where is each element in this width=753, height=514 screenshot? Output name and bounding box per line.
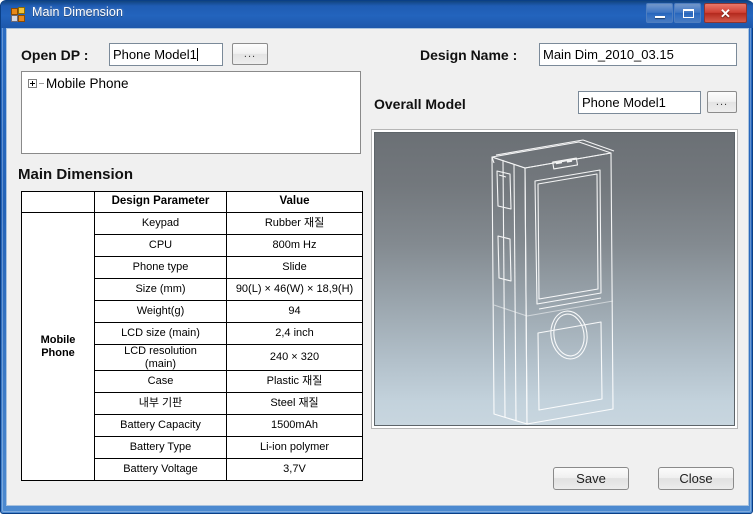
- group-label-line-1: Mobile: [40, 334, 76, 346]
- table-header-row: Design Parameter Value: [21, 191, 363, 213]
- table-cell-parameter: Case: [94, 370, 227, 394]
- main-dimension-section-title: Main Dimension: [18, 166, 134, 183]
- table-cell-parameter: Battery Voltage: [94, 458, 227, 482]
- table-cell-value: 94: [226, 300, 363, 323]
- model-preview-panel[interactable]: [371, 129, 738, 429]
- table-header-design-parameter: Design Parameter: [94, 191, 227, 213]
- title-bar[interactable]: Main Dimension ✕: [1, 1, 753, 28]
- table-cell-parameter: LCD size (main): [94, 322, 227, 345]
- table-cell-parameter: LCD resolution (main): [94, 343, 227, 372]
- minimize-icon: [655, 16, 665, 18]
- table-cell-parameter: Phone type: [94, 256, 227, 279]
- design-name-input[interactable]: Main Dim_2010_03.15: [539, 43, 737, 66]
- close-button[interactable]: Close: [658, 467, 734, 490]
- app-form-icon: [10, 7, 26, 23]
- table-cell-value: Plastic 재질: [226, 370, 363, 394]
- window-title: Main Dimension: [32, 5, 124, 19]
- table-cell-value: Rubber 재질: [226, 212, 363, 235]
- table-cell-value: 2,4 inch: [226, 322, 363, 345]
- open-dp-input[interactable]: Phone Model1: [109, 43, 223, 66]
- table-cell-value: 800m Hz: [226, 234, 363, 257]
- table-row: Mobile Phone Keypad Rubber 재질: [21, 211, 363, 482]
- main-dimension-window: Main Dimension ✕ Open DP : Phone Model1 …: [0, 0, 753, 514]
- phone-wireframe-3d-model: [491, 139, 615, 425]
- overall-model-input[interactable]: Phone Model1: [578, 91, 701, 114]
- plus-box-icon[interactable]: [28, 79, 37, 88]
- table-cell-parameter: Battery Capacity: [94, 414, 227, 438]
- table-cell-value: 3,7V: [226, 458, 363, 482]
- browse-overall-model-button[interactable]: ...: [707, 91, 737, 113]
- tree-item-mobile-phone[interactable]: Mobile Phone: [28, 76, 129, 91]
- table-cell-parameter: CPU: [94, 234, 227, 257]
- open-dp-value: Phone Model1: [113, 47, 197, 62]
- browse-dp-button[interactable]: ...: [232, 43, 268, 65]
- table-body: Mobile Phone Keypad Rubber 재질 CPU 800m Hz Phon…: [21, 211, 363, 482]
- client-area: Open DP : Phone Model1 ... Design Name :…: [6, 28, 749, 506]
- model-preview-canvas[interactable]: [374, 132, 735, 426]
- design-name-label: Design Name :: [420, 47, 518, 63]
- text-caret: [196, 48, 198, 61]
- close-icon: ✕: [720, 6, 731, 21]
- open-dp-label: Open DP :: [21, 47, 89, 63]
- table-header-blank: [21, 191, 95, 213]
- dp-tree-view[interactable]: Mobile Phone: [21, 71, 361, 154]
- group-label-line-2: Phone: [41, 346, 75, 359]
- save-button[interactable]: Save: [553, 467, 629, 490]
- main-dimension-table: Design Parameter Value Mobile Phone Keypad…: [21, 191, 363, 482]
- maximize-icon: [683, 9, 694, 18]
- table-cell-value: 90(L) × 46(W) × 18,9(H): [226, 278, 363, 301]
- minimize-button[interactable]: [646, 3, 673, 23]
- tree-item-label: Mobile Phone: [46, 76, 129, 91]
- table-cell-value: 1500mAh: [226, 414, 363, 438]
- table-cell-parameter: Keypad: [94, 212, 227, 235]
- table-cell-value: Li-ion polymer: [226, 436, 363, 460]
- table-cell-parameter: Weight(g): [94, 300, 227, 323]
- table-cell-value: Steel 재질: [226, 392, 363, 416]
- table-cell-parameter: 내부 기판: [94, 392, 227, 416]
- maximize-button[interactable]: [674, 3, 701, 23]
- table-group-cell: Mobile Phone: [21, 211, 95, 482]
- table-cell-value: Slide: [226, 256, 363, 279]
- close-window-button[interactable]: ✕: [704, 3, 747, 23]
- tree-connector-dash: [39, 83, 44, 84]
- table-cell-parameter: Battery Type: [94, 436, 227, 460]
- overall-model-label: Overall Model: [374, 96, 466, 112]
- table-header-value: Value: [226, 191, 363, 213]
- table-cell-value: 240 × 320: [226, 343, 363, 372]
- table-cell-parameter: Size (mm): [94, 278, 227, 301]
